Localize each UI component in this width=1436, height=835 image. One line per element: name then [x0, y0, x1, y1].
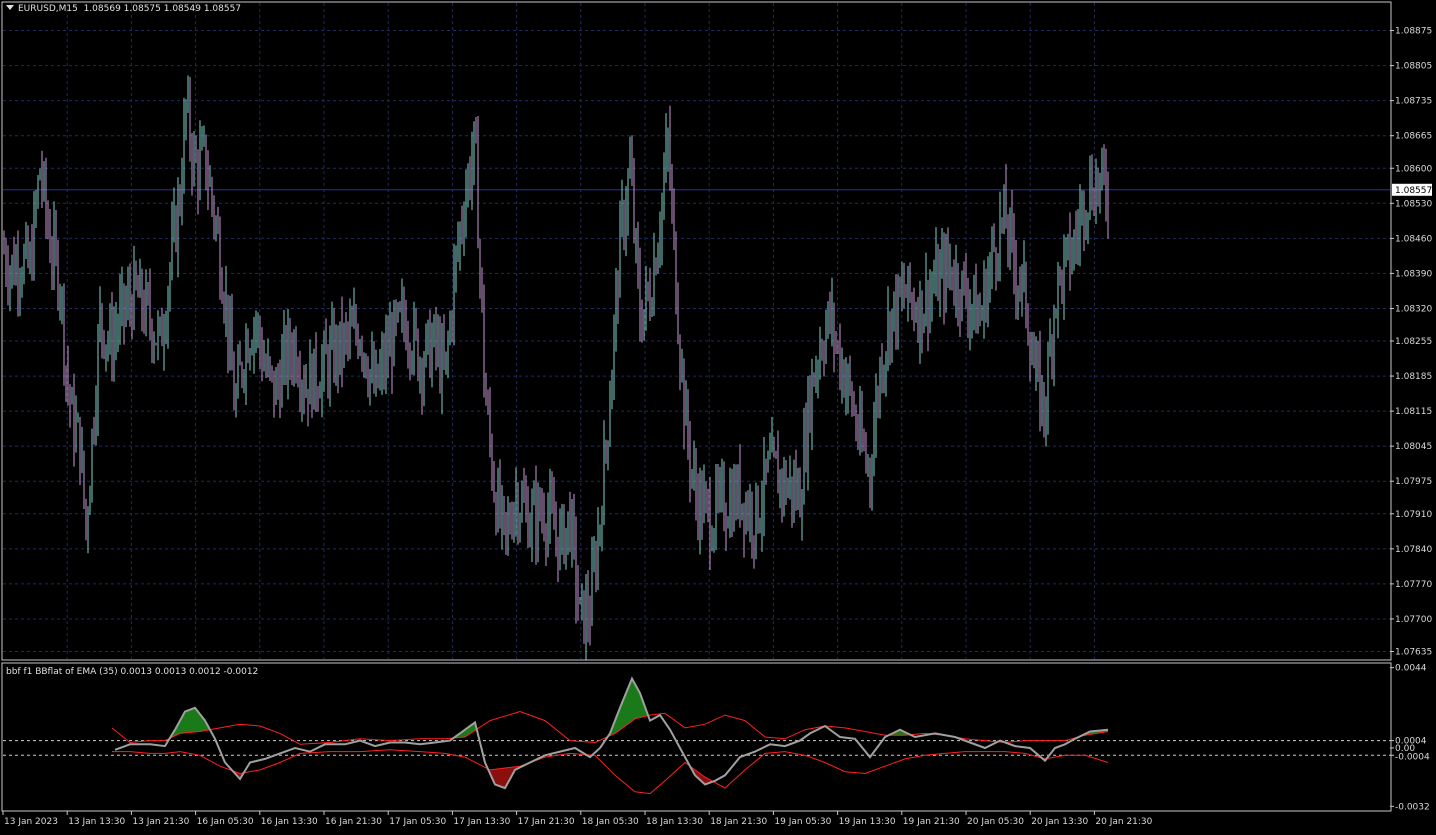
time-tick-label: 19 Jan 05:30	[774, 817, 831, 827]
price-tick-label: 1.08735	[1395, 97, 1432, 107]
indicator-axis: 0.00440.00040.00-0.0004-0.0032	[1390, 664, 1430, 812]
time-tick-label: 16 Jan 05:30	[197, 817, 254, 827]
price-tick-label: 1.07910	[1395, 510, 1432, 520]
price-tick-label: 1.08805	[1395, 62, 1432, 72]
time-axis: 13 Jan 2023 13 Jan 13:30 13 Jan 21:30 16 Ja…	[2, 811, 1153, 827]
chart-legend: EURUSD,M15 1.08569 1.08575 1.08549 1.085…	[6, 4, 241, 14]
time-tick-label: 16 Jan 13:30	[261, 817, 318, 827]
price-tick-label: 1.07975	[1395, 477, 1432, 487]
time-tick-label: 17 Jan 21:30	[518, 817, 575, 827]
indicator-tick-label: 0.0044	[1395, 664, 1427, 674]
price-tick-label: 1.07840	[1395, 545, 1432, 555]
indicator-lower-band	[112, 749, 1109, 795]
indicator-tick-label: -0.0032	[1395, 802, 1430, 812]
price-tick-label: 1.08390	[1395, 269, 1432, 279]
collapse-triangle-icon[interactable]	[6, 5, 14, 10]
chart-canvas[interactable]: 1.08875 1.08805 1.08735 1.08665 1.08600 1.085…	[0, 0, 1436, 832]
current-price-label: 1.08557	[1395, 186, 1432, 196]
price-tick-label: 1.07770	[1395, 580, 1432, 590]
price-bars	[3, 75, 1109, 660]
price-tick-label: 1.08320	[1395, 304, 1432, 314]
price-grid	[3, 3, 1390, 659]
indicator-grid	[3, 740, 1390, 756]
time-tick-label: 20 Jan 13:30	[1031, 817, 1088, 827]
price-tick-label: 1.08530	[1395, 199, 1432, 209]
time-tick-label: 17 Jan 05:30	[389, 817, 446, 827]
time-tick-label: 16 Jan 21:30	[325, 817, 382, 827]
price-axis: 1.08875 1.08805 1.08735 1.08665 1.08600 1.085…	[1390, 27, 1432, 657]
price-tick-label: 1.07635	[1395, 647, 1432, 657]
price-tick-label: 1.08665	[1395, 132, 1432, 142]
indicator-lines	[111, 676, 1109, 795]
indicator-tick-label: -0.0004	[1395, 752, 1430, 762]
price-tick-label: 1.08460	[1395, 234, 1432, 244]
price-tick-label: 1.08185	[1395, 372, 1432, 382]
time-tick-label: 13 Jan 13:30	[68, 817, 125, 827]
price-tick-label: 1.08115	[1395, 407, 1432, 417]
price-pane-frame	[1, 1, 1392, 661]
time-tick-label: 13 Jan 21:30	[132, 817, 189, 827]
price-tick-label: 1.08875	[1395, 27, 1432, 37]
ohlc-values: 1.08569 1.08575 1.08549 1.08557	[83, 4, 242, 14]
price-tick-label: 1.07700	[1395, 615, 1432, 625]
chart-window[interactable]: 1.08875 1.08805 1.08735 1.08665 1.08600 1.085…	[0, 0, 1436, 832]
time-tick-label: 20 Jan 21:30	[1095, 817, 1152, 827]
time-tick-label: 17 Jan 13:30	[453, 817, 510, 827]
time-tick-label: 20 Jan 05:30	[967, 817, 1024, 827]
indicator-legend: bbf f1 BBflat of EMA (35) 0.0013 0.0013 …	[6, 667, 259, 677]
time-tick-label: 18 Jan 21:30	[710, 817, 767, 827]
symbol-timeframe: EURUSD,M15	[18, 4, 78, 14]
price-tick-label: 1.08045	[1395, 442, 1432, 452]
time-tick-label: 13 Jan 2023	[4, 817, 58, 827]
time-tick-label: 18 Jan 13:30	[646, 817, 703, 827]
indicator-pane-frame	[1, 662, 1392, 812]
time-tick-label: 19 Jan 21:30	[903, 817, 960, 827]
price-tick-label: 1.08600	[1395, 164, 1432, 174]
price-tick-label: 1.08255	[1395, 337, 1432, 347]
indicator-fill	[169, 678, 1108, 789]
time-tick-label: 18 Jan 05:30	[582, 817, 639, 827]
time-tick-label: 19 Jan 13:30	[839, 817, 896, 827]
